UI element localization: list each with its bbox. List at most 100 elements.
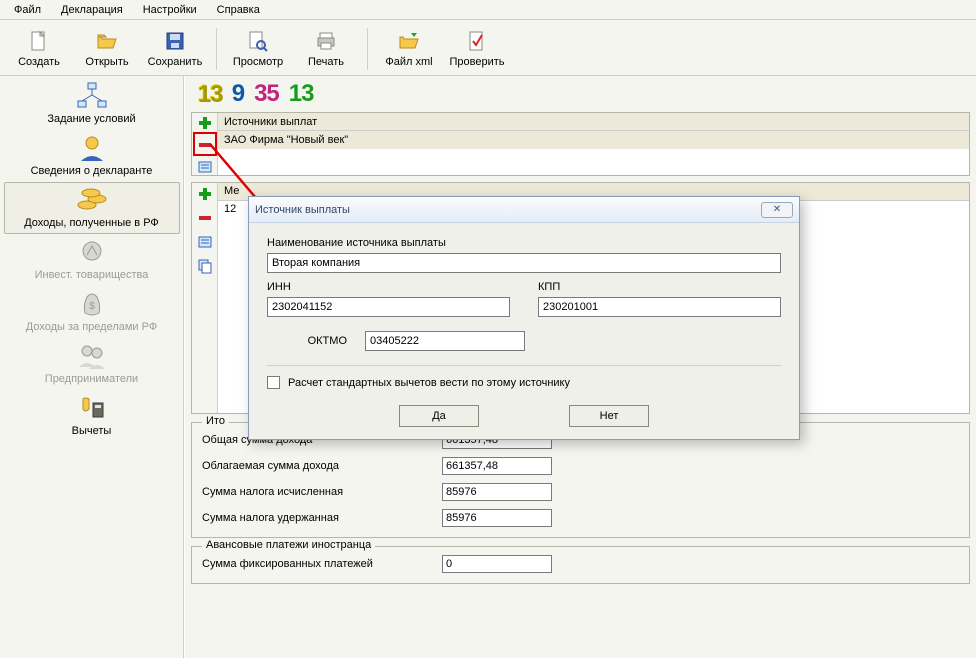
- plus-icon: [197, 115, 213, 131]
- sidebar-entrepreneurs-label: Предприниматели: [45, 373, 138, 385]
- toolbar-filexml-label: Файл xml: [385, 56, 432, 68]
- sidebar-income-rf-label: Доходы, полученные в РФ: [24, 217, 159, 229]
- xml-export-icon: [397, 29, 421, 53]
- minus-icon: [197, 210, 213, 226]
- new-file-icon: [27, 29, 51, 53]
- tax-withheld-label: Сумма налога удержанная: [202, 512, 434, 524]
- save-icon: [163, 29, 187, 53]
- inn-label: ИНН: [267, 281, 510, 293]
- coins-icon: [75, 185, 109, 215]
- advance-group: Авансовые платежи иностранца Сумма фикси…: [191, 546, 970, 584]
- sidebar-income-outside-label: Доходы за пределами РФ: [26, 321, 157, 333]
- remove-income-button[interactable]: [196, 209, 214, 227]
- name-label: Наименование источника выплаты: [267, 237, 781, 249]
- name-field[interactable]: [267, 253, 781, 273]
- oktmo-field[interactable]: [365, 331, 525, 351]
- kpp-field[interactable]: [538, 297, 781, 317]
- income-toolbar: [192, 183, 218, 413]
- edit-income-button[interactable]: [196, 233, 214, 251]
- add-income-button[interactable]: [196, 185, 214, 203]
- menu-file[interactable]: Файл: [6, 3, 49, 17]
- minus-icon: [197, 137, 213, 153]
- dialog-no-button[interactable]: Нет: [569, 405, 649, 427]
- toolbar-save-label: Сохранить: [148, 56, 203, 68]
- oktmo-label: ОКТМО: [267, 335, 347, 347]
- dialog-close-button[interactable]: ✕: [761, 202, 793, 218]
- plus-icon: [197, 186, 213, 202]
- totals-legend: Ито: [202, 415, 229, 427]
- sources-header: Источники выплат: [218, 113, 969, 131]
- inn-field[interactable]: [267, 297, 510, 317]
- rate-banner: 13 9 35 13: [185, 76, 976, 112]
- kpp-label: КПП: [538, 281, 781, 293]
- sidebar-deductions[interactable]: Вычеты: [4, 390, 180, 442]
- copy-income-button[interactable]: [196, 257, 214, 275]
- stdded-label: Расчет стандартных вычетов вести по этом…: [288, 377, 570, 389]
- taxable-income-label: Облагаемая сумма дохода: [202, 460, 434, 472]
- rate-13a[interactable]: 13: [197, 80, 222, 108]
- menu-help[interactable]: Справка: [209, 3, 268, 17]
- toolbar-print-label: Печать: [308, 56, 344, 68]
- toolbar-create-label: Создать: [18, 56, 60, 68]
- fixed-payments-label: Сумма фиксированных платежей: [202, 558, 434, 570]
- source-dialog: Источник выплаты ✕ Наименование источник…: [248, 196, 800, 440]
- sidebar-income-rf[interactable]: Доходы, полученные в РФ: [4, 182, 180, 234]
- tree-icon: [75, 81, 109, 111]
- sidebar-task[interactable]: Задание условий: [4, 78, 180, 130]
- sidebar-declarant-label: Сведения о декларанте: [31, 165, 153, 177]
- print-icon: [314, 29, 338, 53]
- toolbar-create[interactable]: Создать: [6, 24, 72, 74]
- rate-13b[interactable]: 13: [289, 80, 314, 108]
- toolbar-check[interactable]: Проверить: [444, 24, 510, 74]
- edit-icon: [197, 159, 213, 175]
- open-folder-icon: [95, 29, 119, 53]
- sources-panel: Источники выплат ЗАО Фирма "Новый век": [191, 112, 970, 176]
- tax-calc-label: Сумма налога исчисленная: [202, 486, 434, 498]
- menu-bar: Файл Декларация Настройки Справка: [0, 0, 976, 20]
- rate-9[interactable]: 9: [232, 80, 244, 108]
- edit-source-button[interactable]: [196, 159, 214, 175]
- menu-settings[interactable]: Настройки: [135, 3, 205, 17]
- toolbar-check-label: Проверить: [449, 56, 504, 68]
- check-icon: [465, 29, 489, 53]
- rate-35[interactable]: 35: [254, 80, 279, 108]
- toolbar-open[interactable]: Открыть: [74, 24, 140, 74]
- remove-source-button[interactable]: [196, 137, 214, 153]
- toolbar-filexml[interactable]: Файл xml: [376, 24, 442, 74]
- dialog-titlebar: Источник выплаты ✕: [249, 197, 799, 223]
- sidebar-task-label: Задание условий: [47, 113, 135, 125]
- tax-withheld-field[interactable]: [442, 509, 552, 527]
- sidebar-invest[interactable]: Инвест. товарищества: [4, 234, 180, 286]
- sidebar-invest-label: Инвест. товарищества: [35, 269, 149, 281]
- preview-icon: [246, 29, 270, 53]
- invest-icon: [75, 237, 109, 267]
- add-source-button[interactable]: [196, 115, 214, 131]
- source-row-1[interactable]: ЗАО Фирма "Новый век": [218, 131, 969, 149]
- person-icon: [75, 133, 109, 163]
- people-icon: [75, 341, 109, 371]
- toolbar-view[interactable]: Просмотр: [225, 24, 291, 74]
- toolbar: Создать Открыть Сохранить Просмотр Печат…: [0, 20, 976, 76]
- toolbar-save[interactable]: Сохранить: [142, 24, 208, 74]
- sidebar: Задание условий Сведения о декларанте До…: [0, 76, 184, 658]
- fixed-payments-field[interactable]: [442, 555, 552, 573]
- source-row-blank: [218, 149, 969, 173]
- dialog-yes-button[interactable]: Да: [399, 405, 479, 427]
- stdded-checkbox[interactable]: [267, 376, 280, 389]
- toolbar-view-label: Просмотр: [233, 56, 283, 68]
- calculator-icon: [75, 393, 109, 423]
- sidebar-income-outside[interactable]: $ Доходы за пределами РФ: [4, 286, 180, 338]
- sources-toolbar: [192, 113, 218, 175]
- copy-icon: [197, 258, 213, 274]
- sidebar-declarant[interactable]: Сведения о декларанте: [4, 130, 180, 182]
- sidebar-entrepreneurs[interactable]: Предприниматели: [4, 338, 180, 390]
- advance-legend: Авансовые платежи иностранца: [202, 539, 375, 551]
- toolbar-print[interactable]: Печать: [293, 24, 359, 74]
- toolbar-separator: [216, 28, 217, 70]
- dialog-title: Источник выплаты: [255, 204, 761, 216]
- toolbar-separator: [367, 28, 368, 70]
- money-bag-icon: $: [75, 289, 109, 319]
- menu-declaration[interactable]: Декларация: [53, 3, 131, 17]
- taxable-income-field[interactable]: [442, 457, 552, 475]
- tax-calc-field[interactable]: [442, 483, 552, 501]
